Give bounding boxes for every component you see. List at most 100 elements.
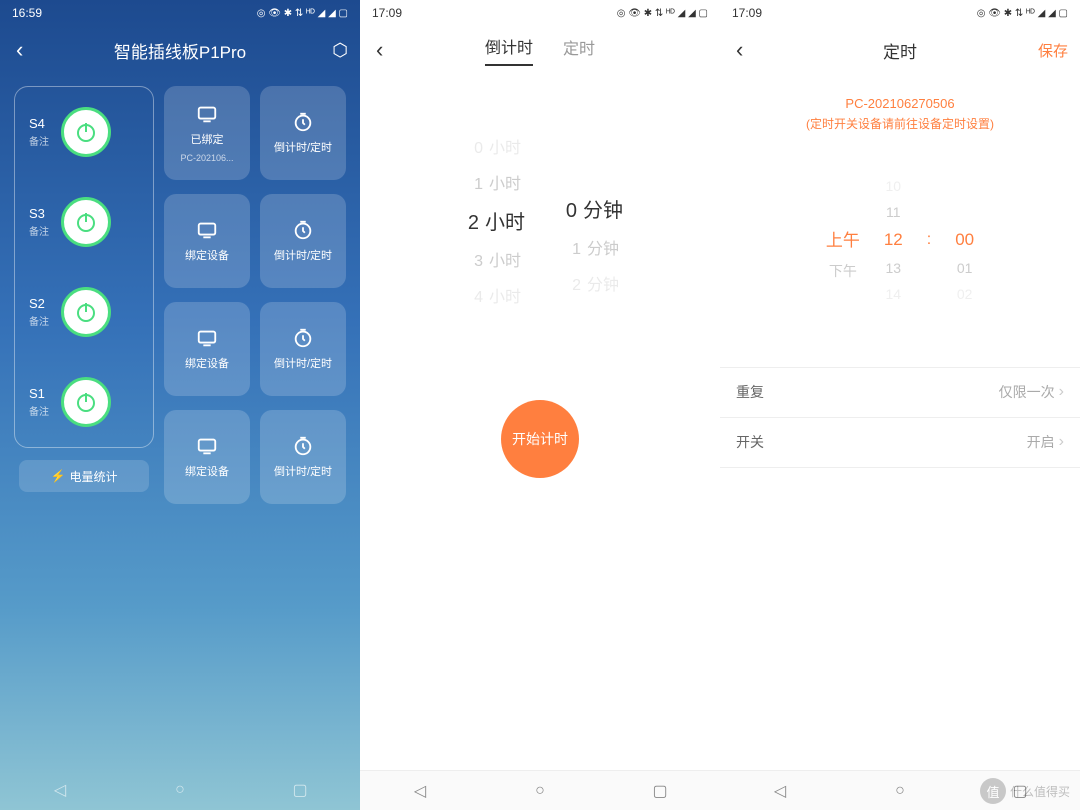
bind-device-card-4[interactable]: 绑定设备 — [164, 410, 250, 504]
monitor-icon — [196, 103, 218, 125]
watermark-badge: 值 — [980, 778, 1006, 804]
nav-recent-icon[interactable]: ▢ — [650, 781, 670, 801]
page-title: 智能插线板P1Pro — [114, 38, 246, 63]
switch-sublabel: 备注 — [29, 313, 49, 328]
phone-smart-strip: 16:59 ◎ 👁 ✱ ⇅ ᴴᴰ ◢ ◢ ▢ ‹ 智能插线板P1Pro ⬡ S4… — [0, 0, 360, 810]
card-label: 绑定设备 — [185, 355, 229, 371]
card-label: 已绑定 — [191, 131, 224, 147]
watermark: 值 什么值得买 — [980, 778, 1070, 804]
tabs: 倒计时 定时 — [485, 26, 595, 74]
clock-icon — [292, 111, 314, 133]
switch-label: S3 — [29, 206, 49, 221]
page-title: 定时 — [883, 38, 917, 63]
nav-recent-icon[interactable]: ▢ — [290, 780, 310, 800]
nav-home-icon[interactable]: ○ — [170, 780, 190, 800]
card-label: 倒计时/定时 — [274, 139, 332, 155]
switch-sublabel: 备注 — [29, 133, 49, 148]
monitor-icon — [196, 327, 218, 349]
device-notice: PC-202106270506 (定时开关设备请前往设备定时设置) — [720, 94, 1080, 134]
tab-schedule[interactable]: 定时 — [563, 35, 595, 65]
status-icons: ◎ 👁 ✱ ⇅ ᴴᴰ ◢ ◢ ▢ — [257, 8, 348, 19]
bind-device-card-1[interactable]: 已绑定PC-202106... — [164, 86, 250, 180]
timer-card-1[interactable]: 倒计时/定时 — [260, 86, 346, 180]
phone-schedule: 17:09 ◎ 👁 ✱ ⇅ ᴴᴰ ◢ ◢ ▢ ‹ 定时 保存 PC-202106… — [720, 0, 1080, 810]
timer-card-4[interactable]: 倒计时/定时 — [260, 410, 346, 504]
clock-icon — [292, 435, 314, 457]
stats-label: 电量统计 — [69, 468, 117, 485]
hours-column[interactable]: 0小时 1小时 2小时 3小时 4小时 — [457, 134, 525, 307]
card-label: 倒计时/定时 — [274, 247, 332, 263]
card-label: 倒计时/定时 — [274, 463, 332, 479]
settings-list: 重复 仅限一次› 开关 开启› — [720, 367, 1080, 468]
power-button-s1[interactable] — [61, 377, 111, 427]
switch-label: S2 — [29, 296, 49, 311]
monitor-icon — [196, 219, 218, 241]
nav-bar: ◁ ○ ▢ — [360, 770, 720, 810]
power-button-s2[interactable] — [61, 287, 111, 337]
nav-back-icon[interactable]: ◁ — [50, 780, 70, 800]
switch-sublabel: 备注 — [29, 223, 49, 238]
notice-subtitle: (定时开关设备请前往设备定时设置) — [720, 115, 1080, 134]
switch-label: S1 — [29, 386, 49, 401]
setting-value: 仅限一次 — [999, 382, 1055, 402]
status-time: 17:09 — [372, 6, 402, 20]
ampm-column[interactable]: . . 上午 下午 . — [826, 174, 860, 307]
nav-back-icon[interactable]: ◁ — [770, 781, 790, 801]
minutes-column[interactable]: 0分钟 1分钟 2分钟 — [555, 134, 623, 307]
minute-column[interactable]: . . 00 01 02 — [955, 178, 974, 302]
bind-device-card-2[interactable]: 绑定设备 — [164, 194, 250, 288]
nav-home-icon[interactable]: ○ — [530, 781, 550, 801]
setting-value: 开启 — [1027, 432, 1055, 452]
switch-panel: S4 备注 S3 备注 S2 备注 S1 备注 ⚡电量统计 — [14, 86, 154, 504]
timer-card-2[interactable]: 倒计时/定时 — [260, 194, 346, 288]
status-icons: ◎ 👁 ✱ ⇅ ᴴᴰ ◢ ◢ ▢ — [977, 8, 1068, 19]
switch-s3: S3 备注 — [25, 197, 143, 247]
main-content: S4 备注 S3 备注 S2 备注 S1 备注 ⚡电量统计 — [0, 74, 360, 516]
back-icon[interactable]: ‹ — [732, 33, 747, 67]
status-time: 16:59 — [12, 6, 42, 20]
cards-panel: 已绑定PC-202106... 倒计时/定时 绑定设备 倒计时/定时 绑定设备 … — [164, 86, 346, 504]
power-button-s3[interactable] — [61, 197, 111, 247]
switch-s4: S4 备注 — [25, 107, 143, 157]
bolt-icon: ⚡ — [51, 469, 66, 483]
chevron-right-icon: › — [1059, 383, 1064, 401]
power-stats-button[interactable]: ⚡电量统计 — [19, 460, 149, 492]
header: ‹ 倒计时 定时 — [360, 26, 720, 74]
status-bar: 17:09 ◎ 👁 ✱ ⇅ ᴴᴰ ◢ ◢ ▢ — [360, 0, 720, 26]
nav-bar: ◁ ○ ▢ — [0, 770, 360, 810]
notice-title: PC-202106270506 — [720, 94, 1080, 115]
monitor-icon — [196, 435, 218, 457]
time-picker[interactable]: . . 上午 下午 . 10 11 12 13 14 : . . 00 01 0… — [720, 174, 1080, 307]
clock-icon — [292, 327, 314, 349]
back-icon[interactable]: ‹ — [372, 33, 387, 67]
repeat-setting[interactable]: 重复 仅限一次› — [720, 368, 1080, 418]
clock-icon — [292, 219, 314, 241]
time-picker[interactable]: 0小时 1小时 2小时 3小时 4小时 0分钟 1分钟 2分钟 — [360, 134, 720, 307]
hour-column[interactable]: 10 11 12 13 14 — [884, 178, 903, 302]
watermark-text: 什么值得买 — [1010, 783, 1070, 800]
card-label: 绑定设备 — [185, 247, 229, 263]
nav-home-icon[interactable]: ○ — [890, 781, 910, 801]
header: ‹ 智能插线板P1Pro ⬡ — [0, 26, 360, 74]
nav-back-icon[interactable]: ◁ — [410, 781, 430, 801]
setting-label: 开关 — [736, 432, 764, 452]
switch-label: S4 — [29, 116, 49, 131]
status-time: 17:09 — [732, 6, 762, 20]
status-bar: 17:09 ◎ 👁 ✱ ⇅ ᴴᴰ ◢ ◢ ▢ — [720, 0, 1080, 26]
phone-countdown: 17:09 ◎ 👁 ✱ ⇅ ᴴᴰ ◢ ◢ ▢ ‹ 倒计时 定时 0小时 1小时 … — [360, 0, 720, 810]
chevron-right-icon: › — [1059, 433, 1064, 451]
back-icon[interactable]: ‹ — [12, 33, 27, 67]
switch-s1: S1 备注 — [25, 377, 143, 427]
header: ‹ 定时 保存 — [720, 26, 1080, 74]
save-button[interactable]: 保存 — [1038, 40, 1068, 61]
tab-countdown[interactable]: 倒计时 — [485, 34, 533, 66]
settings-icon[interactable]: ⬡ — [332, 40, 348, 61]
switch-s2: S2 备注 — [25, 287, 143, 337]
setting-label: 重复 — [736, 382, 764, 402]
timer-card-3[interactable]: 倒计时/定时 — [260, 302, 346, 396]
bind-device-card-3[interactable]: 绑定设备 — [164, 302, 250, 396]
power-button-s4[interactable] — [61, 107, 111, 157]
start-timer-button[interactable]: 开始计时 — [501, 400, 579, 478]
switch-sublabel: 备注 — [29, 403, 49, 418]
switch-setting[interactable]: 开关 开启› — [720, 418, 1080, 468]
